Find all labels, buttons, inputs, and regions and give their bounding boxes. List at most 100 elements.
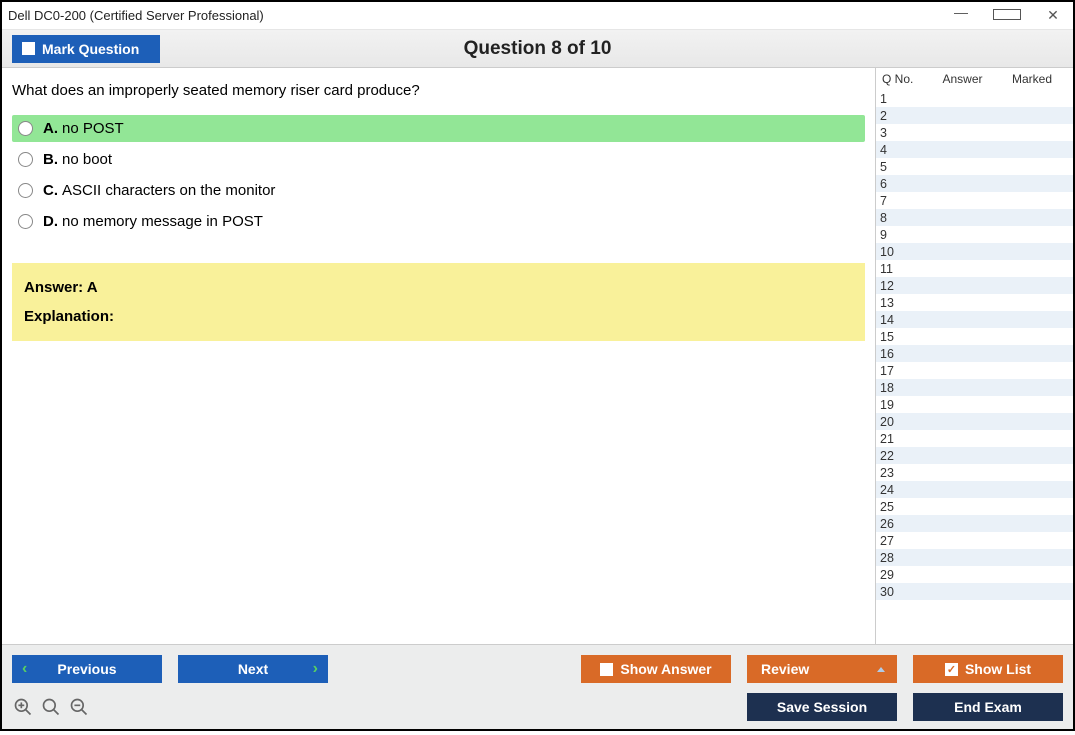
option-text: no POST — [62, 120, 124, 137]
question-row[interactable]: 9 — [876, 226, 1073, 243]
question-row[interactable]: 25 — [876, 498, 1073, 515]
show-list-label: Show List — [965, 661, 1031, 677]
option-letter: B. — [43, 151, 58, 168]
question-row[interactable]: 11 — [876, 260, 1073, 277]
row-number: 21 — [880, 432, 916, 446]
question-row[interactable]: 28 — [876, 549, 1073, 566]
row-number: 1 — [880, 92, 916, 106]
chevron-right-icon: › — [313, 660, 318, 678]
question-counter: Question 8 of 10 — [2, 38, 1073, 60]
radio-icon — [18, 183, 33, 198]
row-number: 18 — [880, 381, 916, 395]
footer-row-1: ‹ Previous Next › Show Answer Review ✓ S… — [12, 655, 1063, 683]
question-row[interactable]: 1 — [876, 90, 1073, 107]
row-number: 30 — [880, 585, 916, 599]
option-text: no boot — [62, 151, 112, 168]
question-row[interactable]: 19 — [876, 396, 1073, 413]
radio-icon — [18, 121, 33, 136]
question-row[interactable]: 5 — [876, 158, 1073, 175]
end-exam-button[interactable]: End Exam — [913, 693, 1063, 721]
options-list: A. no POSTB. no bootC. ASCII characters … — [12, 115, 865, 235]
save-session-button[interactable]: Save Session — [747, 693, 897, 721]
question-row[interactable]: 8 — [876, 209, 1073, 226]
explanation-label: Explanation: — [24, 308, 853, 325]
zoom-icon[interactable] — [40, 696, 62, 718]
question-row[interactable]: 23 — [876, 464, 1073, 481]
question-row[interactable]: 18 — [876, 379, 1073, 396]
content-area: What does an improperly seated memory ri… — [2, 68, 1073, 644]
question-row[interactable]: 16 — [876, 345, 1073, 362]
question-row[interactable]: 24 — [876, 481, 1073, 498]
question-list-rows[interactable]: 1234567891011121314151617181920212223242… — [876, 90, 1073, 644]
row-number: 14 — [880, 313, 916, 327]
question-row[interactable]: 3 — [876, 124, 1073, 141]
answer-box: Answer: A Explanation: — [12, 263, 865, 341]
question-panel: What does an improperly seated memory ri… — [2, 68, 875, 644]
checkbox-icon — [22, 42, 35, 55]
next-label: Next — [238, 661, 268, 677]
row-number: 11 — [880, 262, 916, 276]
previous-button[interactable]: ‹ Previous — [12, 655, 162, 683]
option-text: ASCII characters on the monitor — [62, 182, 275, 199]
row-number: 17 — [880, 364, 916, 378]
minimize-button[interactable]: — — [947, 4, 975, 21]
row-number: 28 — [880, 551, 916, 565]
review-button[interactable]: Review — [747, 655, 897, 683]
question-row[interactable]: 12 — [876, 277, 1073, 294]
question-row[interactable]: 26 — [876, 515, 1073, 532]
radio-icon — [18, 214, 33, 229]
question-row[interactable]: 29 — [876, 566, 1073, 583]
footer: ‹ Previous Next › Show Answer Review ✓ S… — [2, 644, 1073, 729]
close-button[interactable] — [1039, 7, 1067, 24]
question-row[interactable]: 30 — [876, 583, 1073, 600]
question-row[interactable]: 21 — [876, 430, 1073, 447]
question-row[interactable]: 2 — [876, 107, 1073, 124]
row-number: 20 — [880, 415, 916, 429]
option-b[interactable]: B. no boot — [12, 146, 865, 173]
zoom-out-icon[interactable] — [68, 696, 90, 718]
row-number: 25 — [880, 500, 916, 514]
radio-icon — [18, 152, 33, 167]
question-row[interactable]: 17 — [876, 362, 1073, 379]
question-row[interactable]: 6 — [876, 175, 1073, 192]
row-number: 13 — [880, 296, 916, 310]
row-number: 7 — [880, 194, 916, 208]
question-row[interactable]: 10 — [876, 243, 1073, 260]
row-number: 26 — [880, 517, 916, 531]
row-number: 16 — [880, 347, 916, 361]
question-list-panel: Q No. Answer Marked 12345678910111213141… — [875, 68, 1073, 644]
option-d[interactable]: D. no memory message in POST — [12, 208, 865, 235]
option-c[interactable]: C. ASCII characters on the monitor — [12, 177, 865, 204]
question-row[interactable]: 15 — [876, 328, 1073, 345]
option-letter: C. — [43, 182, 58, 199]
mark-question-button[interactable]: Mark Question — [12, 35, 160, 63]
question-row[interactable]: 4 — [876, 141, 1073, 158]
question-row[interactable]: 27 — [876, 532, 1073, 549]
row-number: 9 — [880, 228, 916, 242]
show-answer-label: Show Answer — [620, 661, 711, 677]
window-title: Dell DC0-200 (Certified Server Professio… — [8, 8, 264, 23]
question-row[interactable]: 7 — [876, 192, 1073, 209]
question-row[interactable]: 22 — [876, 447, 1073, 464]
previous-label: Previous — [57, 661, 116, 677]
review-label: Review — [761, 661, 809, 677]
show-answer-button[interactable]: Show Answer — [581, 655, 731, 683]
checkbox-icon: ✓ — [945, 663, 958, 676]
row-number: 27 — [880, 534, 916, 548]
question-row[interactable]: 13 — [876, 294, 1073, 311]
show-list-button[interactable]: ✓ Show List — [913, 655, 1063, 683]
end-exam-label: End Exam — [954, 699, 1022, 715]
titlebar: Dell DC0-200 (Certified Server Professio… — [2, 2, 1073, 30]
maximize-button[interactable] — [993, 7, 1021, 24]
next-button[interactable]: Next › — [178, 655, 328, 683]
zoom-in-icon[interactable] — [12, 696, 34, 718]
triangle-up-icon — [877, 667, 885, 672]
mark-question-label: Mark Question — [42, 41, 139, 57]
option-letter: D. — [43, 213, 58, 230]
col-marked: Marked — [1009, 72, 1069, 86]
question-row[interactable]: 20 — [876, 413, 1073, 430]
question-row[interactable]: 14 — [876, 311, 1073, 328]
footer-row-2: Save Session End Exam — [12, 693, 1063, 721]
option-a[interactable]: A. no POST — [12, 115, 865, 142]
answer-label: Answer: A — [24, 279, 853, 296]
